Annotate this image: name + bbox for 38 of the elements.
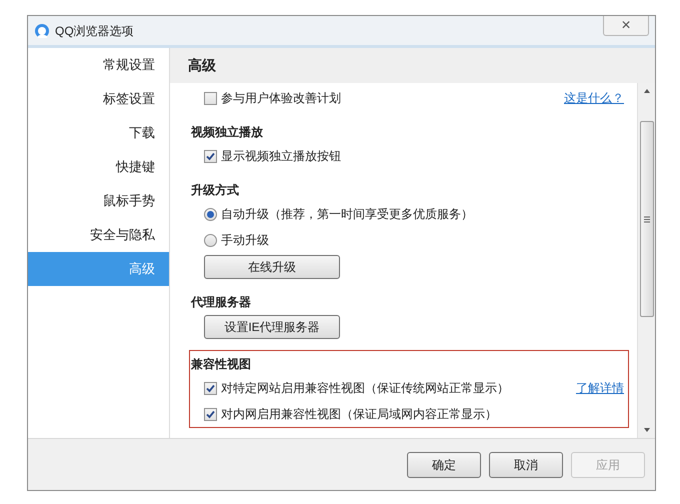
sidebar-item[interactable]: 鼠标手势	[28, 184, 169, 218]
section-heading: 视频独立播放	[190, 124, 264, 141]
push-button[interactable]: 确定	[407, 452, 481, 478]
sidebar-item[interactable]: 快捷键	[28, 150, 169, 184]
checkmark-icon	[206, 152, 215, 160]
help-link[interactable]: 这是什么？	[564, 89, 624, 107]
scrollbar[interactable]	[637, 83, 655, 438]
window-title: QQ浏览器选项	[55, 22, 134, 40]
checkbox[interactable]	[204, 408, 217, 420]
push-button[interactable]: 设置IE代理服务器	[204, 315, 340, 339]
radio-label: 手动升级	[221, 232, 269, 249]
grip-icon	[644, 216, 650, 222]
checkbox-label: 显示视频独立播放按钮	[221, 148, 341, 165]
sidebar-item[interactable]: 标签设置	[28, 82, 169, 116]
section-heading: 兼容性视图	[190, 356, 252, 373]
browser-logo-icon	[34, 22, 50, 38]
panel-heading: 高级	[188, 56, 216, 75]
radio-label: 自动升级（推荐，第一时间享受更多优质服务）	[221, 206, 473, 223]
checkmark-icon	[206, 384, 215, 392]
scrollbar-thumb[interactable]	[640, 121, 654, 317]
help-link[interactable]: 了解详情	[576, 379, 624, 397]
sidebar-item[interactable]: 常规设置	[28, 48, 169, 82]
checkbox[interactable]	[204, 150, 217, 162]
section-heading: 代理服务器	[190, 294, 252, 311]
radio-button[interactable]	[204, 234, 217, 246]
checkbox[interactable]	[204, 92, 217, 104]
checkbox-label: 对内网启用兼容性视图（保证局域网内容正常显示）	[221, 406, 497, 423]
radio-button[interactable]	[204, 208, 217, 220]
push-button[interactable]: 取消	[489, 452, 563, 478]
checkbox[interactable]	[204, 382, 217, 394]
sidebar-item[interactable]: 下载	[28, 116, 169, 150]
checkmark-icon	[206, 410, 215, 418]
checkbox-label: 参与用户体验改善计划	[221, 90, 341, 107]
push-button[interactable]: 在线升级	[204, 255, 340, 279]
sidebar-item[interactable]: 安全与隐私	[28, 218, 169, 252]
section-heading: 升级方式	[190, 182, 240, 199]
checkbox-label: 对特定网站启用兼容性视图（保证传统网站正常显示）	[221, 380, 509, 397]
close-button[interactable]: ×	[603, 16, 649, 36]
